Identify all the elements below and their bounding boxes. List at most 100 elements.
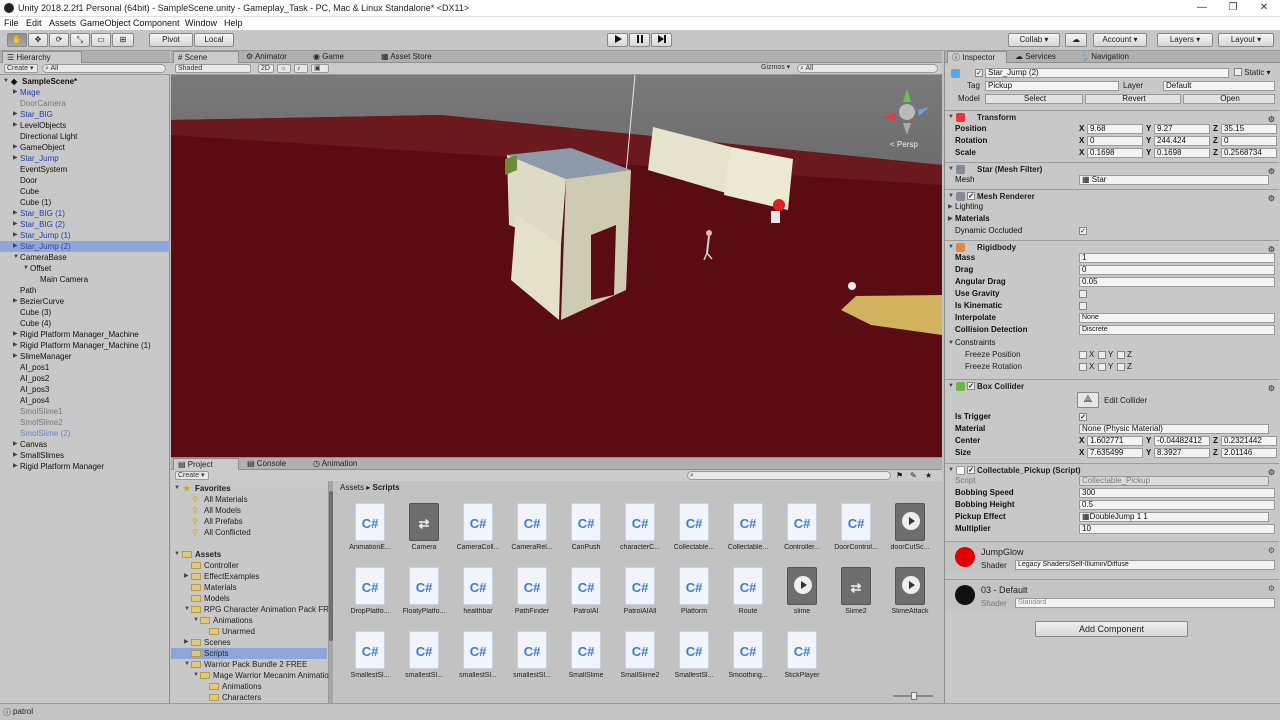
pause-button[interactable] bbox=[629, 33, 650, 47]
hierarchy-item[interactable]: Cube bbox=[0, 186, 170, 197]
hierarchy-item[interactable]: AI_pos3 bbox=[0, 384, 170, 395]
mesh-renderer-enabled-checkbox[interactable]: ✓ bbox=[967, 192, 975, 200]
center-x-field[interactable]: 1.602771 bbox=[1087, 436, 1143, 446]
tab-inspector[interactable]: ⓘ Inspector bbox=[947, 51, 1007, 63]
script-enabled-checkbox[interactable]: ✓ bbox=[967, 466, 975, 474]
hierarchy-item[interactable]: ▶ Canvas bbox=[0, 439, 170, 450]
asset-item[interactable]: C# SmallSlime2 bbox=[613, 631, 667, 693]
hierarchy-item[interactable]: ▶ LevelObjects bbox=[0, 120, 170, 131]
asset-item[interactable]: C# Collectable... bbox=[667, 503, 721, 565]
gizmos-dropdown[interactable]: Gizmos ▾ bbox=[759, 64, 793, 73]
rotate-tool-icon[interactable]: ⟳ bbox=[49, 33, 69, 47]
tab-hierarchy[interactable]: ☰ Hierarchy bbox=[2, 51, 82, 63]
project-tree-item[interactable]: Materials bbox=[171, 582, 327, 593]
hierarchy-item[interactable]: ▼ CameraBase bbox=[0, 252, 170, 263]
project-tree-item[interactable]: Controller bbox=[171, 560, 327, 571]
hierarchy-item[interactable]: Door bbox=[0, 175, 170, 186]
freeze-rot-y-checkbox[interactable] bbox=[1098, 363, 1106, 371]
asset-item[interactable]: C# FloatyPlatfo... bbox=[397, 567, 451, 629]
material-jumpglow[interactable]: JumpGlow Shader Legacy Shaders/Self-Illu… bbox=[945, 541, 1279, 573]
asset-item[interactable]: C# StickPlayer bbox=[775, 631, 829, 693]
persp-label[interactable]: < Persp bbox=[890, 140, 918, 149]
asset-item[interactable]: C# smallestSl... bbox=[451, 631, 505, 693]
breadcrumb-assets[interactable]: Assets bbox=[340, 483, 364, 492]
asset-item[interactable]: ⇄ Camera bbox=[397, 503, 451, 565]
project-tree-item[interactable]: ▼ Animations bbox=[171, 615, 327, 626]
scene-search-input[interactable]: ⌕ All bbox=[797, 64, 938, 73]
asset-item[interactable]: C# DoorControl... bbox=[829, 503, 883, 565]
hierarchy-item[interactable]: ▶ SmallSlimes bbox=[0, 450, 170, 461]
scene-orientation-gizmo[interactable] bbox=[883, 89, 929, 135]
project-tree-item[interactable]: ⚲ All Conflicted bbox=[171, 527, 327, 538]
add-component-button[interactable]: Add Component bbox=[1035, 621, 1188, 637]
cloud-icon[interactable]: ☁ bbox=[1065, 33, 1087, 47]
asset-item[interactable]: C# SmallSlime bbox=[559, 631, 613, 693]
hierarchy-item[interactable]: SmolSlime (2) bbox=[0, 428, 170, 439]
tag-dropdown[interactable]: Pickup bbox=[985, 81, 1119, 91]
tab-project[interactable]: ▤ Project bbox=[173, 458, 239, 470]
asset-item[interactable]: C# Platform bbox=[667, 567, 721, 629]
hierarchy-item[interactable]: ▶ Star_BIG (1) bbox=[0, 208, 170, 219]
favorite-icon[interactable]: ★ bbox=[925, 471, 932, 480]
select-button[interactable]: Select bbox=[985, 94, 1083, 104]
project-search-input[interactable]: ⌕ bbox=[687, 471, 891, 480]
interpolate-dropdown[interactable]: None bbox=[1079, 313, 1275, 323]
hand-tool-icon[interactable]: ✋ bbox=[7, 33, 27, 47]
filter-type-icon[interactable]: ⚑ bbox=[896, 471, 903, 480]
rotation-y-field[interactable]: 244.424 bbox=[1154, 136, 1210, 146]
hierarchy-search-input[interactable]: ⌕ All bbox=[42, 64, 166, 73]
bobbing-height-field[interactable]: 0.5 bbox=[1079, 500, 1275, 510]
size-z-field[interactable]: 2.01146 bbox=[1221, 448, 1277, 458]
project-tree-item[interactable]: Animations bbox=[171, 681, 327, 692]
asset-item[interactable]: C# DropPlatfo... bbox=[343, 567, 397, 629]
hierarchy-item[interactable]: EventSystem bbox=[0, 164, 170, 175]
project-tree-item[interactable]: ▼ RPG Character Animation Pack FREE bbox=[171, 604, 340, 615]
angular-drag-field[interactable]: 0.05 bbox=[1079, 277, 1275, 287]
menu-window[interactable]: Window bbox=[185, 18, 217, 28]
static-checkbox[interactable] bbox=[1234, 68, 1242, 76]
slider-handle[interactable] bbox=[911, 692, 917, 700]
project-tree-item[interactable]: ▼ Assets bbox=[171, 549, 327, 560]
bobbing-speed-field[interactable]: 300 bbox=[1079, 488, 1275, 498]
gear-icon[interactable]: ⚙ bbox=[1268, 382, 1275, 395]
play-button[interactable] bbox=[607, 33, 628, 47]
active-checkbox[interactable]: ✓ bbox=[975, 69, 983, 77]
asset-item[interactable]: C# PatrolAIAll bbox=[613, 567, 667, 629]
hierarchy-item[interactable]: ▶ Star_Jump (2) bbox=[0, 241, 170, 252]
is-trigger-checkbox[interactable]: ✓ bbox=[1079, 413, 1087, 421]
gear-icon[interactable]: ⚙ bbox=[1268, 584, 1275, 593]
toggle-2d-button[interactable]: 2D bbox=[258, 64, 274, 73]
project-tree-item[interactable]: ▼ Warrior Pack Bundle 2 FREE bbox=[171, 659, 327, 670]
mesh-field[interactable]: ▦ Star bbox=[1079, 175, 1269, 185]
pivot-toggle[interactable]: Pivot bbox=[149, 33, 193, 47]
asset-item[interactable]: C# Collectable... bbox=[721, 503, 775, 565]
rotation-x-field[interactable]: 0 bbox=[1087, 136, 1143, 146]
project-tree-item[interactable]: ⚲ All Prefabs bbox=[171, 516, 327, 527]
static-toggle[interactable]: Static ▾ bbox=[1234, 67, 1270, 79]
material-field[interactable]: None (Physic Material) bbox=[1079, 424, 1269, 434]
hierarchy-item[interactable]: ▶ Rigid Platform Manager_Machine (1) bbox=[0, 340, 170, 351]
asset-item[interactable]: C# AnimationE... bbox=[343, 503, 397, 565]
minimize-button[interactable]: — bbox=[1188, 1, 1216, 15]
size-y-field[interactable]: 8.3927 bbox=[1154, 448, 1210, 458]
tab-navigation[interactable]: ⚓ Navigation bbox=[1075, 51, 1145, 63]
layer-dropdown[interactable]: Default bbox=[1163, 81, 1275, 91]
freeze-rot-x-checkbox[interactable] bbox=[1079, 363, 1087, 371]
asset-item[interactable]: C# PathFinder bbox=[505, 567, 559, 629]
hierarchy-item[interactable]: ▶ Rigid Platform Manager_Machine bbox=[0, 329, 170, 340]
lighting-toggle-icon[interactable]: ☼ bbox=[277, 64, 291, 73]
asset-item[interactable]: C# CanPush bbox=[559, 503, 613, 565]
menu-file[interactable]: File bbox=[4, 18, 19, 28]
freeze-pos-x-checkbox[interactable] bbox=[1079, 351, 1087, 359]
revert-button[interactable]: Revert bbox=[1085, 94, 1181, 104]
project-tree-item[interactable]: ▼ ★ Favorites bbox=[171, 483, 327, 494]
asset-item[interactable]: SlimeAttack bbox=[883, 567, 937, 629]
hierarchy-item[interactable]: ▶ Star_BIG (2) bbox=[0, 219, 170, 230]
breadcrumb-scripts[interactable]: Scripts bbox=[372, 483, 399, 492]
hierarchy-item[interactable]: AI_pos1 bbox=[0, 362, 170, 373]
hierarchy-item[interactable]: SmolSlime1 bbox=[0, 406, 170, 417]
menu-gameobject[interactable]: GameObject bbox=[80, 18, 131, 28]
lighting-row[interactable]: ▶ Lighting bbox=[945, 201, 1279, 213]
asset-item[interactable]: C# smallestSl... bbox=[397, 631, 451, 693]
menu-help[interactable]: Help bbox=[224, 18, 243, 28]
